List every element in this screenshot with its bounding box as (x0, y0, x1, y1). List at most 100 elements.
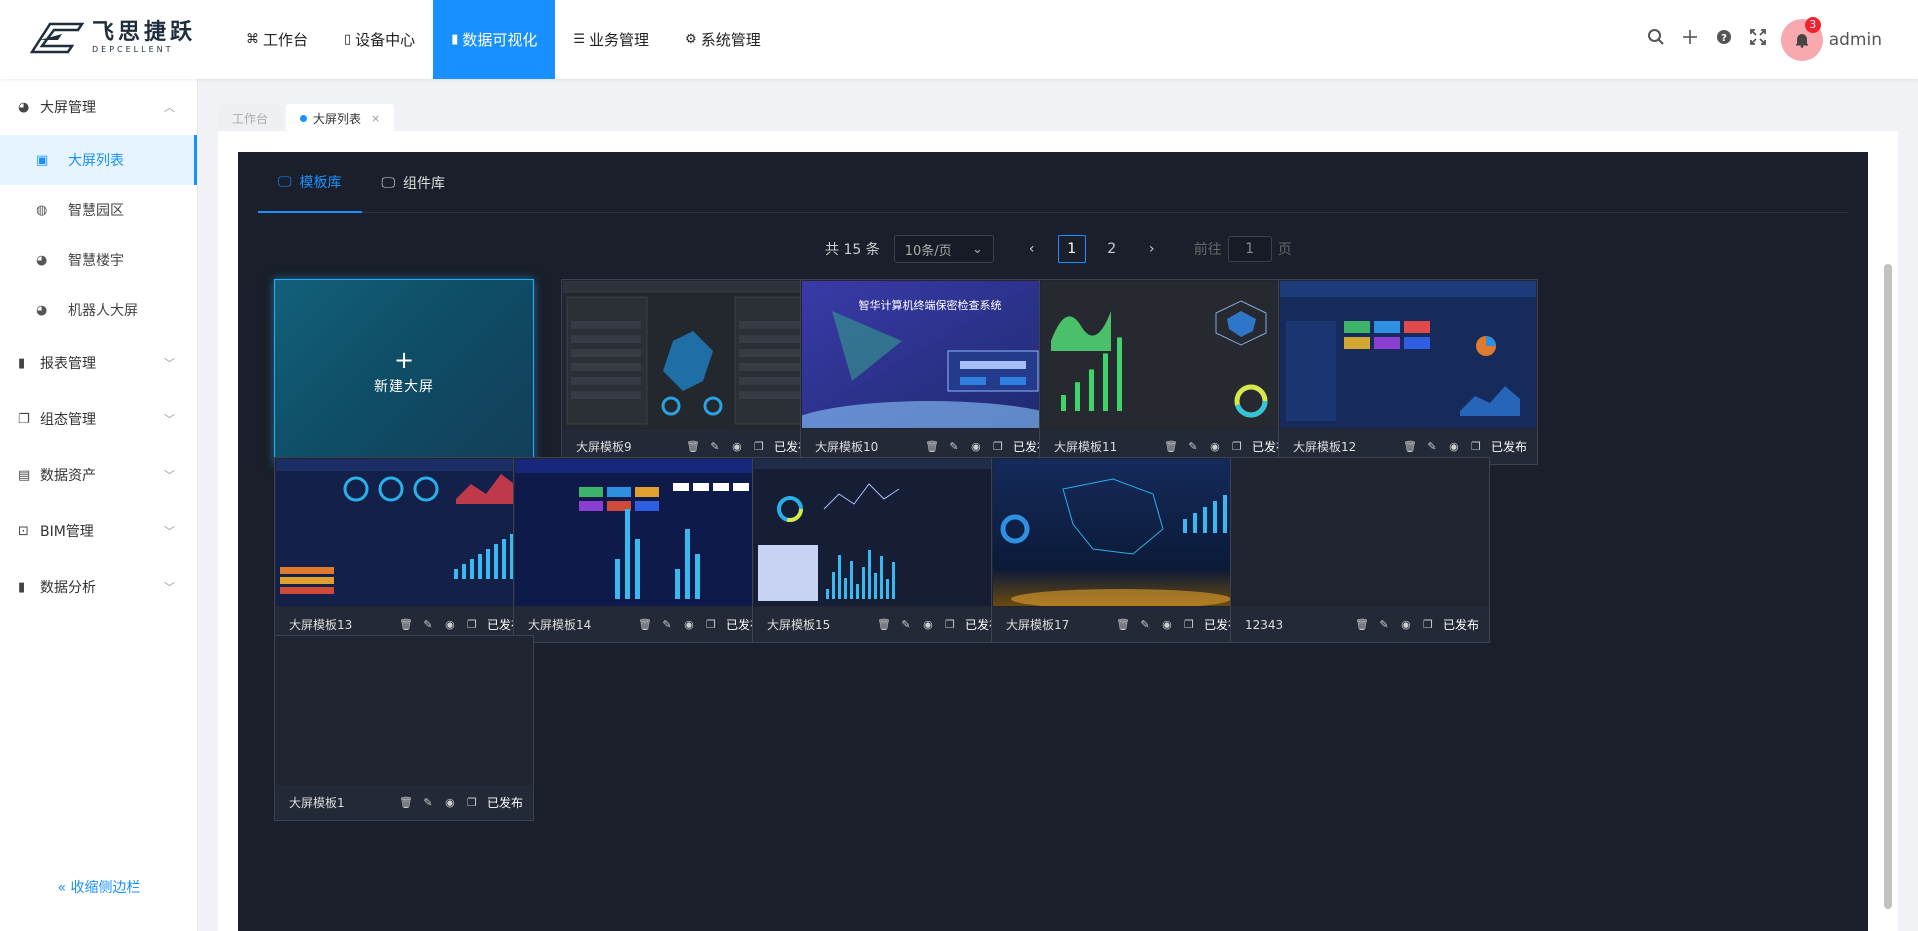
template-card[interactable]: 大屏模板17 🗑 ✎ ◉ ❐ 已发布 (991, 457, 1251, 643)
page-size-select[interactable]: 10条/页 ⌄ (893, 235, 994, 263)
edit-icon[interactable]: ✎ (895, 618, 917, 631)
template-card[interactable]: 大屏模板15 🗑 ✎ ◉ ❐ 已发布 (752, 457, 1012, 643)
edit-icon[interactable]: ✎ (1421, 440, 1443, 453)
edit-icon[interactable]: ✎ (1182, 440, 1204, 453)
delete-icon[interactable]: 🗑 (634, 618, 656, 631)
delete-icon[interactable]: 🗑 (395, 618, 417, 631)
template-card[interactable]: 大屏模板9 🗑 ✎ ◉ ❐ 已发布 (561, 279, 821, 465)
template-thumbnail[interactable] (515, 459, 771, 606)
preview-eye-icon[interactable]: ◉ (1443, 440, 1465, 453)
preview-eye-icon[interactable]: ◉ (1156, 618, 1178, 631)
sidebar-item-smart-building[interactable]: ◕ 智慧楼宇 (0, 235, 197, 285)
template-thumbnail[interactable] (276, 459, 532, 606)
template-name: 大屏模板14 (528, 618, 592, 632)
template-thumbnail[interactable] (993, 459, 1249, 606)
collapse-sidebar-button[interactable]: « 收缩侧边栏 (0, 877, 198, 897)
tab-template-library[interactable]: 🖵 模板库 (258, 152, 362, 213)
help-icon[interactable]: ? (1707, 29, 1741, 50)
edit-icon[interactable]: ✎ (943, 440, 965, 453)
preview-eye-icon[interactable]: ◉ (678, 618, 700, 631)
sidebar-group-bim[interactable]: ⊡ BIM管理 ﹀ (0, 503, 197, 559)
template-thumbnail[interactable] (563, 281, 819, 428)
copy-icon[interactable]: ❐ (1465, 440, 1487, 453)
new-screen-button[interactable]: + 新建大屏 (274, 279, 534, 465)
copy-icon[interactable]: ❐ (939, 618, 961, 631)
nav-item-workbench[interactable]: ⌘ 工作台 (228, 0, 326, 79)
user-name[interactable]: admin (1829, 30, 1882, 50)
page-button-2[interactable]: 2 (1098, 235, 1126, 263)
copy-icon[interactable]: ❐ (461, 796, 483, 809)
template-card[interactable]: 大屏模板11 🗑 ✎ ◉ ❐ 已发布 (1039, 279, 1299, 465)
page-button-1[interactable]: 1 (1057, 235, 1086, 263)
preview-eye-icon[interactable]: ◉ (726, 440, 748, 453)
template-card[interactable]: 大屏模板13 🗑 ✎ ◉ ❐ 已发布 (274, 457, 534, 643)
template-thumbnail[interactable] (1232, 459, 1488, 606)
copy-icon[interactable]: ❐ (1417, 618, 1439, 631)
template-thumbnail[interactable] (1041, 281, 1297, 428)
edit-icon[interactable]: ✎ (656, 618, 678, 631)
sidebar-item-screen-list[interactable]: ▣ 大屏列表 (0, 135, 197, 185)
edit-icon[interactable]: ✎ (1134, 618, 1156, 631)
close-icon[interactable]: × (371, 112, 380, 125)
delete-icon[interactable]: 🗑 (1399, 440, 1421, 453)
sidebar-item-robot-screen[interactable]: ◕ 机器人大屏 (0, 285, 197, 335)
logo[interactable]: 飞思捷跃 DEPCELLENT (28, 18, 196, 58)
copy-icon[interactable]: ❐ (1178, 618, 1200, 631)
sidebar-group-data-assets[interactable]: ▤ 数据资产 ﹀ (0, 447, 197, 503)
nav-item-system[interactable]: ⚙ 系统管理 (667, 0, 779, 79)
sidebar-item-smart-park[interactable]: ◍ 智慧园区 (0, 185, 197, 235)
nav-item-device-center[interactable]: ▯ 设备中心 (326, 0, 433, 79)
publish-status[interactable]: 已发布 (487, 794, 523, 811)
template-card[interactable]: 大屏模板14 🗑 ✎ ◉ ❐ 已发布 (513, 457, 773, 643)
template-card[interactable]: 12343 🗑 ✎ ◉ ❐ 已发布 (1230, 457, 1490, 643)
preview-eye-icon[interactable]: ◉ (1204, 440, 1226, 453)
copy-icon[interactable]: ❐ (461, 618, 483, 631)
preview-eye-icon[interactable]: ◉ (439, 796, 461, 809)
edit-icon[interactable]: ✎ (1373, 618, 1395, 631)
delete-icon[interactable]: 🗑 (1160, 440, 1182, 453)
sidebar-group-screen-management[interactable]: ◕ 大屏管理 ︿ (0, 79, 197, 135)
delete-icon[interactable]: 🗑 (873, 618, 895, 631)
copy-icon[interactable]: ❐ (748, 440, 770, 453)
sidebar-group-configuration[interactable]: ❐ 组态管理 ﹀ (0, 391, 197, 447)
sidebar-group-data-analysis[interactable]: ▮ 数据分析 ﹀ (0, 559, 197, 615)
next-page-button[interactable]: › (1138, 235, 1166, 263)
delete-icon[interactable]: 🗑 (921, 440, 943, 453)
edit-icon[interactable]: ✎ (417, 618, 439, 631)
publish-status[interactable]: 已发布 (1491, 438, 1527, 455)
copy-icon[interactable]: ❐ (987, 440, 1009, 453)
goto-page-input[interactable]: 1 (1227, 236, 1272, 262)
tab-workbench[interactable]: 工作台 (218, 104, 283, 132)
edit-icon[interactable]: ✎ (704, 440, 726, 453)
notification-bell[interactable]: 3 (1780, 16, 1823, 61)
nav-item-data-visualization[interactable]: ▮ 数据可视化 (433, 0, 556, 79)
nav-item-business[interactable]: ☰ 业务管理 (555, 0, 667, 79)
copy-icon[interactable]: ❐ (1226, 440, 1248, 453)
delete-icon[interactable]: 🗑 (682, 440, 704, 453)
delete-icon[interactable]: 🗑 (1112, 618, 1134, 631)
delete-icon[interactable]: 🗑 (395, 796, 417, 809)
vertical-scrollbar[interactable] (1884, 264, 1892, 909)
search-icon[interactable] (1639, 28, 1673, 51)
template-thumbnail[interactable] (1280, 281, 1536, 428)
template-card[interactable]: 大屏模板12 🗑 ✎ ◉ ❐ 已发布 (1278, 279, 1538, 465)
prev-page-button[interactable]: ‹ (1018, 235, 1046, 263)
copy-icon[interactable]: ❐ (700, 618, 722, 631)
fullscreen-icon[interactable] (1741, 29, 1775, 50)
edit-icon[interactable]: ✎ (417, 796, 439, 809)
preview-eye-icon[interactable]: ◉ (917, 618, 939, 631)
template-thumbnail[interactable] (276, 637, 532, 784)
template-card[interactable]: 大屏模板1 🗑 ✎ ◉ ❐ 已发布 (274, 635, 534, 821)
sidebar-group-reports[interactable]: ▮ 报表管理 ﹀ (0, 335, 197, 391)
tab-screen-list[interactable]: 大屏列表 × (286, 104, 395, 132)
preview-eye-icon[interactable]: ◉ (965, 440, 987, 453)
template-thumbnail[interactable] (754, 459, 1010, 606)
publish-status[interactable]: 已发布 (1443, 616, 1479, 633)
template-thumbnail[interactable]: 智华计算机终端保密检查系统 (802, 281, 1058, 428)
delete-icon[interactable]: 🗑 (1351, 618, 1373, 631)
preview-eye-icon[interactable]: ◉ (439, 618, 461, 631)
template-card[interactable]: 智华计算机终端保密检查系统 大屏模板10 🗑 ✎ ◉ ❐ 已发布 (800, 279, 1060, 465)
plus-icon[interactable] (1673, 29, 1707, 50)
preview-eye-icon[interactable]: ◉ (1395, 618, 1417, 631)
tab-component-library[interactable]: 🖵 组件库 (362, 152, 466, 213)
